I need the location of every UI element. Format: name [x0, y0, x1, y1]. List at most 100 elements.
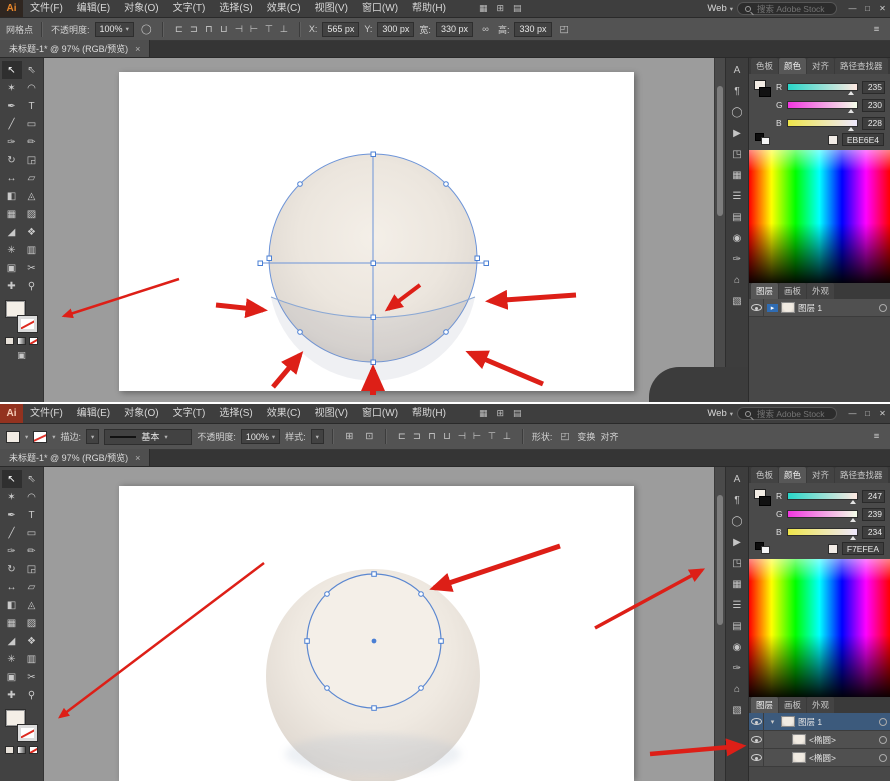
width-field[interactable]: 330 px — [436, 22, 473, 37]
align-panel-icon[interactable]: ☰ — [726, 595, 748, 616]
artboard-tool[interactable]: ▣ — [2, 259, 22, 277]
align-icon[interactable]: ⊔ — [217, 22, 231, 37]
line-segment-tool[interactable]: ╱ — [2, 524, 22, 542]
slider-thumb[interactable] — [850, 536, 856, 540]
column-graph-tool[interactable]: ▥ — [22, 650, 42, 668]
transform-icon[interactable]: ◰ — [557, 22, 572, 37]
b-slider[interactable] — [787, 119, 858, 127]
zoom-tool[interactable]: ⚲ — [22, 686, 42, 704]
appearance-panel-icon[interactable]: ✑ — [726, 249, 748, 270]
width-tool[interactable]: ↔ — [2, 578, 22, 596]
artboard-tool[interactable]: ▣ — [2, 668, 22, 686]
stroke-weight-field[interactable]: ▾ — [86, 429, 99, 444]
scale-tool[interactable]: ◲ — [22, 151, 42, 169]
panel-tab[interactable]: 画板 — [779, 697, 806, 713]
gradient-panel-icon[interactable]: ▤ — [726, 616, 748, 637]
menu-item[interactable]: 文字(T) — [166, 0, 213, 17]
hex-value-field[interactable]: F7EFEA — [842, 542, 884, 555]
fill-swatch-mini[interactable] — [6, 431, 20, 443]
stock-search[interactable] — [737, 407, 837, 420]
eyedropper-tool[interactable]: ◢ — [2, 223, 22, 241]
rectangle-tool[interactable]: ▭ — [22, 115, 42, 133]
layer-name[interactable]: <椭圆> — [809, 752, 876, 764]
transparency-panel-icon[interactable]: ◉ — [726, 228, 748, 249]
visibility-toggle[interactable] — [749, 749, 764, 766]
panel-tab[interactable]: 外观 — [807, 697, 834, 713]
transform-panel-icon[interactable]: ▦ — [726, 165, 748, 186]
lasso-tool[interactable]: ◠ — [22, 488, 42, 506]
minimize-button[interactable]: — — [845, 0, 860, 17]
search-input[interactable] — [755, 3, 829, 15]
height-field[interactable]: 330 px — [514, 22, 551, 37]
target-circle-icon[interactable] — [879, 304, 887, 312]
workspace-switcher[interactable]: Web ▾ — [707, 408, 737, 419]
lasso-tool[interactable]: ◠ — [22, 79, 42, 97]
visibility-toggle[interactable] — [749, 713, 764, 730]
color-mode-icon[interactable] — [5, 337, 14, 345]
align-panel-icon[interactable]: ☰ — [726, 186, 748, 207]
visibility-toggle[interactable] — [749, 299, 764, 316]
line-segment-tool[interactable]: ╱ — [2, 115, 22, 133]
scrollbar-thumb[interactable] — [717, 495, 723, 625]
align-icon[interactable]: ⊣ — [455, 429, 469, 444]
b-slider[interactable] — [787, 528, 858, 536]
layer-name[interactable]: 图层 1 — [798, 302, 876, 314]
menu-item[interactable]: 编辑(E) — [70, 405, 117, 422]
transform-panel-icon[interactable]: ▦ — [726, 574, 748, 595]
paintbrush-tool[interactable]: ✑ — [2, 133, 22, 151]
menu-item[interactable]: 帮助(H) — [405, 0, 453, 17]
close-icon[interactable]: × — [135, 44, 140, 54]
panel-menu-icon[interactable]: ≡ — [869, 22, 884, 37]
blend-tool[interactable]: ❖ — [22, 223, 42, 241]
character-panel-icon[interactable]: A — [726, 469, 748, 490]
fill-stroke-indicator[interactable] — [6, 301, 37, 332]
scrollbar-thumb[interactable] — [717, 86, 723, 216]
menu-item[interactable]: 对象(O) — [117, 0, 165, 17]
g-slider[interactable] — [787, 101, 858, 109]
menu-item[interactable]: 窗口(W) — [355, 405, 405, 422]
slice-tool[interactable]: ✂ — [22, 259, 42, 277]
transparency-panel-icon[interactable]: ◉ — [726, 637, 748, 658]
panel-tab[interactable]: 对齐 — [807, 58, 834, 74]
stroke-swatch[interactable] — [18, 725, 37, 741]
symbol-sprayer-tool[interactable]: ✳ — [2, 650, 22, 668]
minimize-button[interactable]: — — [845, 405, 860, 422]
menu-item[interactable]: 效果(C) — [260, 0, 308, 17]
paragraph-panel-icon[interactable]: ¶ — [726, 490, 748, 511]
layer-row[interactable]: ▸ 图层 1 — [749, 299, 890, 317]
document-tab[interactable]: 未标题-1* @ 97% (RGB/预览) × — [0, 449, 150, 466]
menu-item[interactable]: 对象(O) — [117, 405, 165, 422]
link-icon[interactable]: ∞ — [478, 22, 493, 37]
zoom-tool[interactable]: ⚲ — [22, 277, 42, 295]
panel-tab[interactable]: 色板 — [751, 467, 778, 483]
perspective-grid-tool[interactable]: ◬ — [22, 187, 42, 205]
type-tool[interactable]: T — [22, 506, 42, 524]
g-value[interactable]: 230 — [862, 99, 885, 112]
selection-tool[interactable]: ↖ — [2, 61, 22, 79]
slider-thumb[interactable] — [850, 500, 856, 504]
panel-tab[interactable]: 图层 — [751, 283, 778, 299]
actions-panel-icon[interactable]: ▶ — [726, 532, 748, 553]
align-icon[interactable]: ⊢ — [247, 22, 261, 37]
pencil-tool[interactable]: ✏ — [22, 133, 42, 151]
b-value[interactable]: 228 — [862, 117, 885, 130]
free-transform-tool[interactable]: ▱ — [22, 578, 42, 596]
color-spectrum[interactable] — [749, 150, 890, 283]
r-slider[interactable] — [787, 492, 858, 500]
workspace-switcher[interactable]: Web ▾ — [707, 3, 737, 14]
stroke-swatch-mini[interactable] — [33, 431, 47, 443]
align-icon[interactable]: ⊤ — [262, 22, 276, 37]
canvas[interactable] — [44, 58, 714, 402]
menu-item[interactable]: 选择(S) — [212, 0, 259, 17]
align-icon[interactable]: ⊥ — [500, 429, 514, 444]
menu-item[interactable]: 编辑(E) — [70, 0, 117, 17]
actions-panel-icon[interactable]: ▶ — [726, 123, 748, 144]
r-slider[interactable] — [787, 83, 858, 91]
style-dropdown[interactable]: ▾ — [311, 429, 324, 444]
shape-builder-tool[interactable]: ◧ — [2, 596, 22, 614]
paintbrush-tool[interactable]: ✑ — [2, 542, 22, 560]
preferences-icon[interactable]: ⊡ — [362, 429, 377, 444]
canvas[interactable] — [44, 467, 714, 781]
align-icon[interactable]: ⊐ — [187, 22, 201, 37]
screen-mode-icon[interactable]: ▤ — [513, 408, 522, 419]
